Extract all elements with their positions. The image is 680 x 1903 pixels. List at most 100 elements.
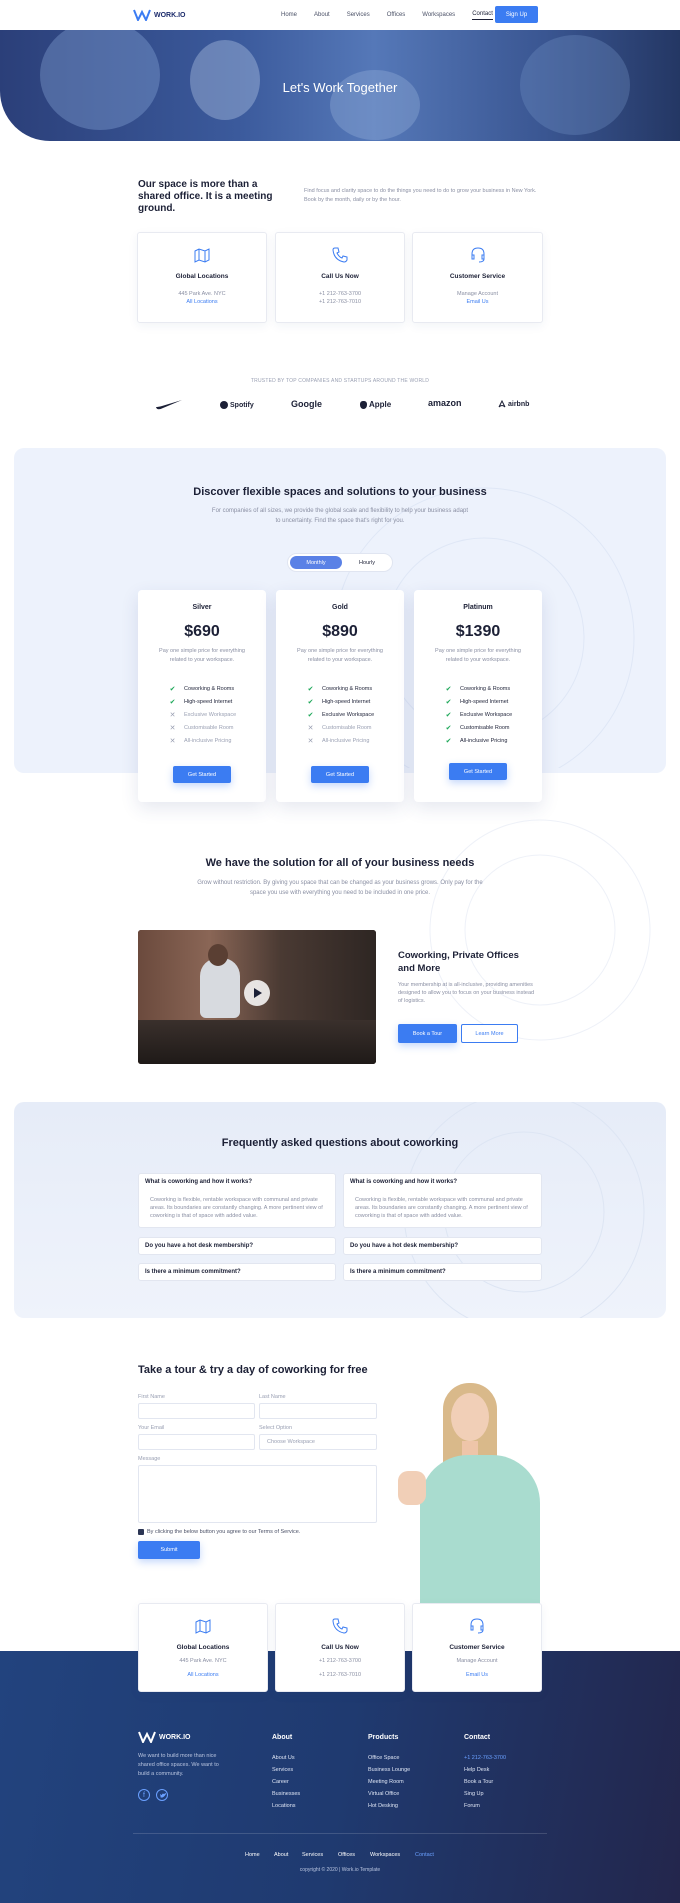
footer-link[interactable]: Forum <box>464 1803 480 1809</box>
cross-icon: ✕ <box>169 712 176 719</box>
toggle-hourly[interactable]: Hourly <box>342 556 392 569</box>
hero-title: Let's Work Together <box>282 80 398 95</box>
footer-link[interactable]: Virtual Office <box>368 1791 399 1797</box>
logo-mark-icon <box>138 1731 156 1743</box>
plan-price: $690 <box>184 623 220 640</box>
plan-feature: ✔ High-speed Internet <box>445 698 509 706</box>
footer-link[interactable]: Career <box>272 1779 289 1785</box>
brand-logo[interactable]: WORK.IO <box>133 9 186 21</box>
learn-more-button[interactable]: Learn More <box>461 1024 518 1043</box>
faq-item[interactable]: Do you have a hot desk membership? <box>138 1237 336 1255</box>
faq-item[interactable]: Is there a minimum commitment? <box>343 1263 542 1281</box>
email-us-link[interactable]: Email Us <box>413 1672 541 1678</box>
nav-workspaces[interactable]: Workspaces <box>422 12 455 18</box>
footer-link[interactable]: Business Lounge <box>368 1767 410 1773</box>
nav-home[interactable]: Home <box>281 12 297 18</box>
faq-answer: Coworking is flexible, rentable workspac… <box>355 1197 528 1219</box>
solution-card-text: Your membership at is all-inclusive, pro… <box>398 982 535 1004</box>
play-button[interactable] <box>244 980 270 1006</box>
footer-link[interactable]: Hot Desking <box>368 1803 398 1809</box>
billing-toggle[interactable]: Monthly Hourly <box>287 553 393 572</box>
feature-label: High-speed Internet <box>322 699 371 705</box>
footer-bottom-services[interactable]: Services <box>302 1852 323 1858</box>
all-locations-link[interactable]: All Locations <box>139 1672 267 1678</box>
spotify-icon <box>220 401 228 409</box>
footer-bottom-home[interactable]: Home <box>245 1852 260 1858</box>
twitter-icon[interactable] <box>156 1789 168 1801</box>
all-locations-link[interactable]: All Locations <box>138 299 266 305</box>
last-name-input[interactable] <box>259 1403 377 1419</box>
trusted-label: TRUSTED BY TOP COMPANIES AND STARTUPS AR… <box>250 378 430 384</box>
plan-feature: ✔ Coworking & Rooms <box>445 685 511 693</box>
book-tour-button[interactable]: Book a Tour <box>398 1024 457 1043</box>
toggle-monthly[interactable]: Monthly <box>290 556 342 569</box>
play-icon <box>254 988 262 998</box>
footer-col-title-about: About <box>272 1734 293 1741</box>
footer-phone-link[interactable]: +1 212-763-3700 <box>464 1755 506 1761</box>
solution-heading: We have the solution for all of your bus… <box>205 857 475 869</box>
footer-link[interactable]: Businesses <box>272 1791 300 1797</box>
plan-card-gold: Gold $890 Pay one simple price for every… <box>276 590 404 802</box>
check-icon: ✔ <box>445 699 452 706</box>
nav-about[interactable]: About <box>314 12 330 18</box>
feature-label: Coworking & Rooms <box>184 686 235 692</box>
nav-contact[interactable]: Contact <box>472 11 493 20</box>
nav-offices[interactable]: Offices <box>387 12 406 18</box>
footer-link[interactable]: Book a Tour <box>464 1779 493 1785</box>
faq-item[interactable]: Do you have a hot desk membership? <box>343 1237 542 1255</box>
faq-item[interactable]: Is there a minimum commitment? <box>138 1263 336 1281</box>
footer-link[interactable]: Sing Up <box>464 1791 484 1797</box>
faq-answer: Coworking is flexible, rentable workspac… <box>150 1197 323 1219</box>
nav-services[interactable]: Services <box>347 12 370 18</box>
pricing-subtext: For companies of all sizes, we provide t… <box>211 508 469 524</box>
plan-feature: ✔ Exclusive Workspace <box>445 711 513 719</box>
submit-button[interactable]: Submit <box>138 1541 200 1559</box>
first-name-input[interactable] <box>138 1403 255 1419</box>
check-icon: ✔ <box>445 686 452 693</box>
hero-banner: Let's Work Together <box>0 30 680 141</box>
get-started-button[interactable]: Get Started <box>449 763 507 780</box>
message-textarea[interactable] <box>138 1465 377 1523</box>
video-thumbnail[interactable] <box>138 930 376 1064</box>
brand-apple: Apple <box>369 400 392 409</box>
contact-card-call: Call Us Now +1 212-763-3700 +1 212-763-7… <box>275 1603 405 1692</box>
card-line: Manage Account <box>457 291 498 297</box>
facebook-icon[interactable]: f <box>138 1789 150 1801</box>
email-input[interactable] <box>138 1434 255 1450</box>
card-title: Customer Service <box>449 273 506 280</box>
plan-feature: ✕ Customisable Room <box>307 724 372 732</box>
card-line: 445 Park Ave. NYC <box>178 291 226 297</box>
signup-button[interactable]: Sign Up <box>495 6 538 23</box>
faq-item-expanded[interactable]: What is coworking and how it works? Cowo… <box>138 1173 336 1228</box>
get-started-button[interactable]: Get Started <box>311 766 369 783</box>
last-name-label: Last Name <box>259 1394 286 1400</box>
footer-link[interactable]: Meeting Room <box>368 1779 404 1785</box>
card-line: +1 212-763-7010 <box>318 299 362 305</box>
footer-logo[interactable]: WORK.IO <box>138 1731 191 1743</box>
footer-bottom-contact[interactable]: Contact <box>415 1852 434 1858</box>
airbnb-logo: airbnb <box>498 400 529 408</box>
faq-item-expanded[interactable]: What is coworking and how it works? Cowo… <box>343 1173 542 1228</box>
card-line: +1 212-763-7010 <box>318 1672 362 1678</box>
footer-bottom-offices[interactable]: Offices <box>338 1852 355 1858</box>
footer-link[interactable]: Services <box>272 1767 293 1773</box>
plan-feature: ✕ Customisable Room <box>169 724 234 732</box>
card-line: 445 Park Ave. NYC <box>179 1658 227 1664</box>
plan-name: Platinum <box>463 604 493 611</box>
cross-icon: ✕ <box>307 738 314 745</box>
headset-icon <box>470 1618 484 1634</box>
email-us-link[interactable]: Email Us <box>413 299 542 305</box>
feature-label: High-speed Internet <box>460 699 509 705</box>
terms-checkbox[interactable] <box>138 1529 144 1535</box>
footer-bottom-about[interactable]: About <box>274 1852 288 1858</box>
check-icon: ✔ <box>307 712 314 719</box>
top-navbar: WORK.IO Home About Services Offices Work… <box>0 0 680 30</box>
footer-bottom-workspaces[interactable]: Workspaces <box>370 1852 400 1858</box>
footer-link[interactable]: Locations <box>272 1803 296 1809</box>
footer-link[interactable]: About Us <box>272 1755 295 1761</box>
footer-link[interactable]: Office Space <box>368 1755 399 1761</box>
faq-heading: Frequently asked questions about coworki… <box>221 1137 459 1149</box>
get-started-button[interactable]: Get Started <box>173 766 231 783</box>
workspace-select[interactable]: Choose Workspace <box>259 1434 377 1450</box>
footer-link[interactable]: Help Desk <box>464 1767 489 1773</box>
